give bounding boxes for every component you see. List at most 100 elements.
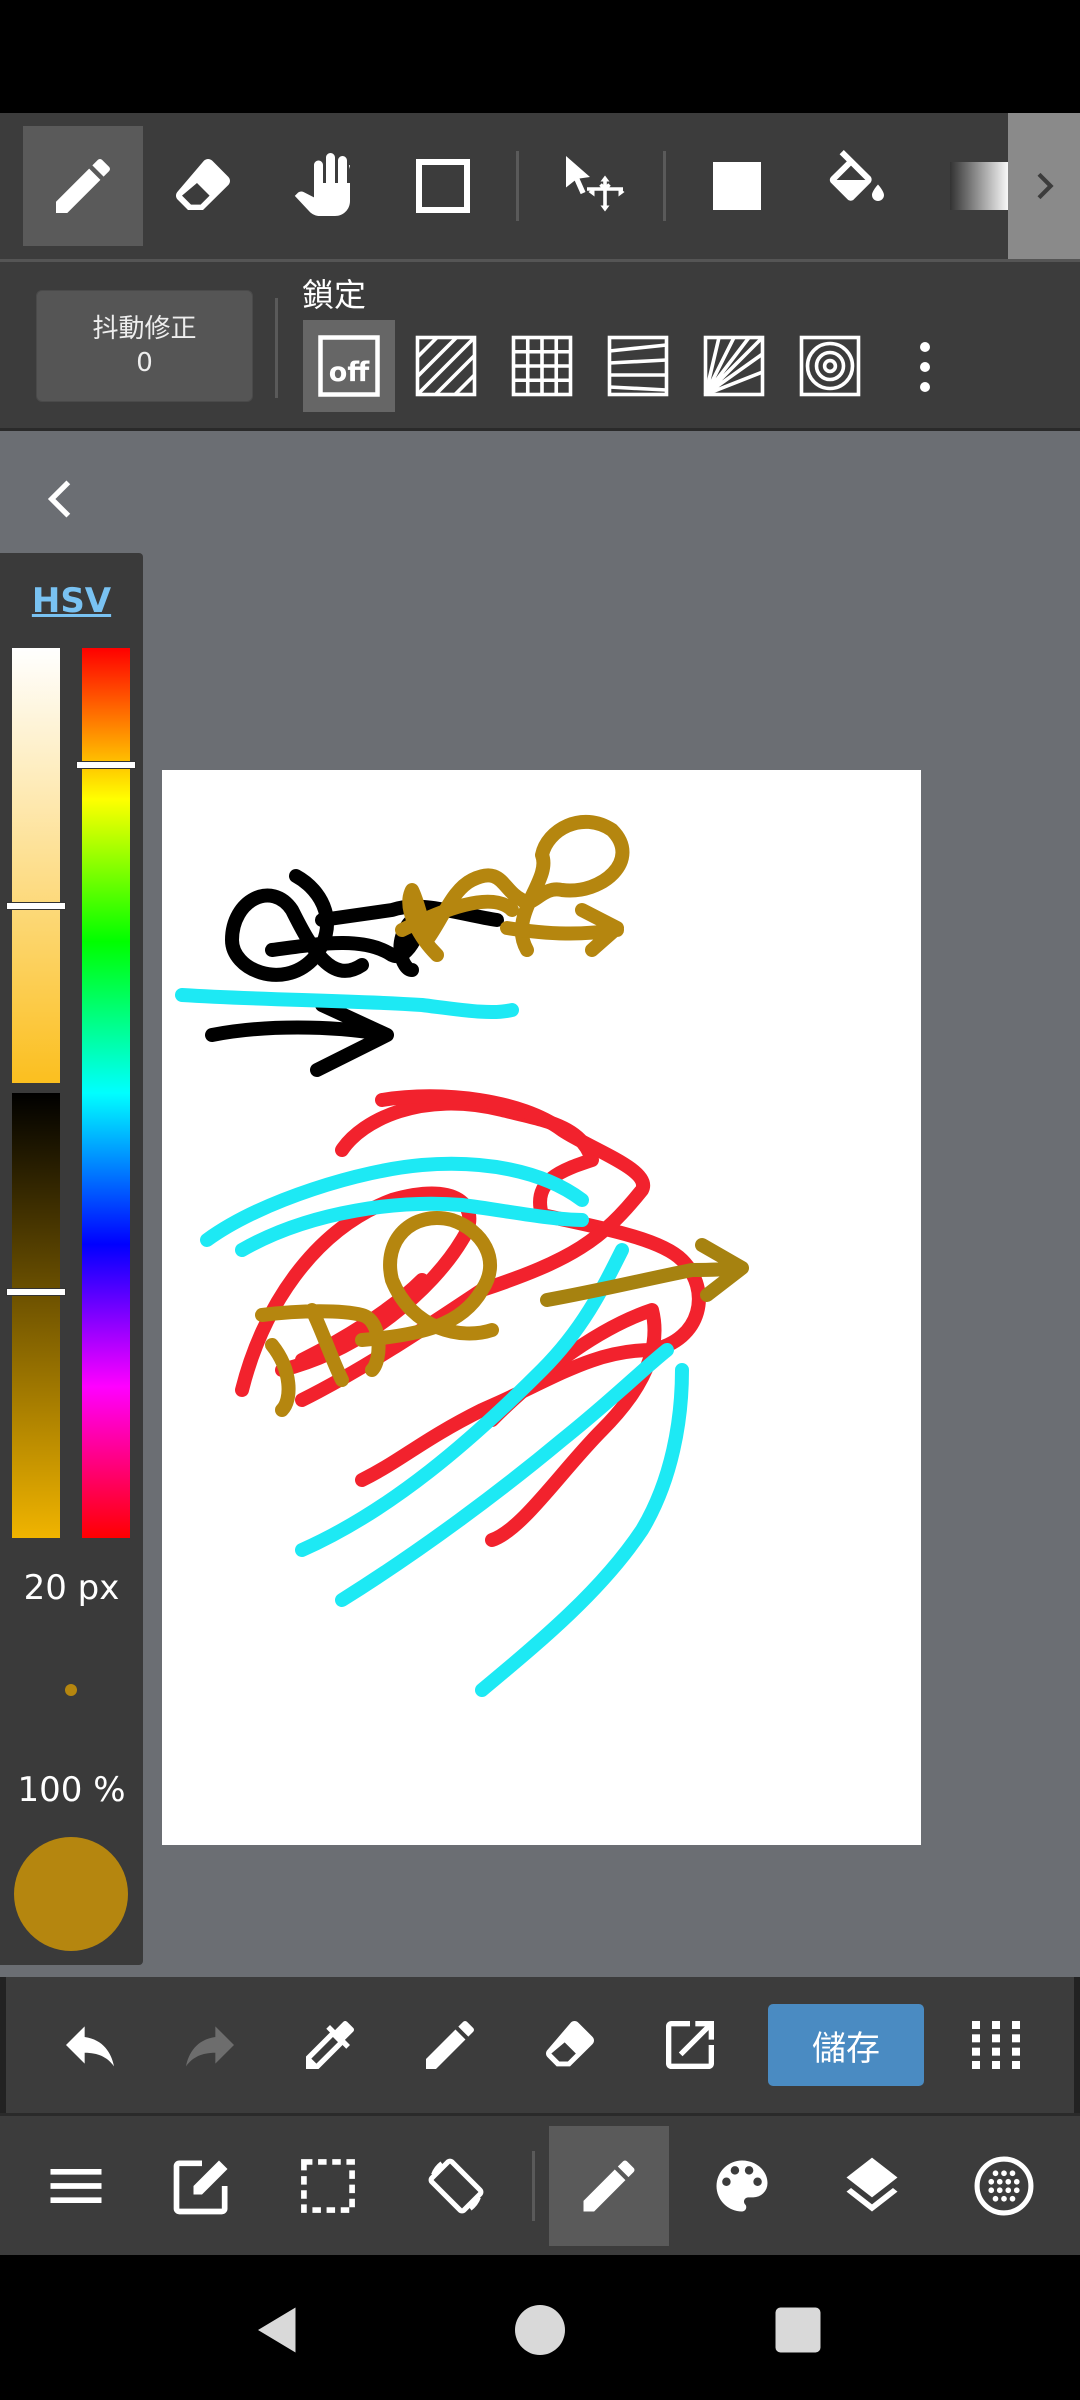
rotate-canvas-button[interactable] bbox=[396, 2126, 516, 2246]
home-circle-icon bbox=[515, 2305, 565, 2355]
grid-snap-button[interactable] bbox=[496, 320, 588, 412]
eraser-icon bbox=[546, 2021, 594, 2067]
layers-icon bbox=[846, 2157, 898, 2212]
current-color-swatch[interactable] bbox=[14, 1837, 128, 1951]
snap-off-text: off bbox=[329, 357, 371, 388]
brush-icon bbox=[583, 2160, 635, 2212]
material-button[interactable] bbox=[944, 2126, 1064, 2246]
bucket-icon bbox=[829, 150, 884, 201]
black-scribble-stroke bbox=[225, 869, 369, 982]
drawing-canvas[interactable] bbox=[162, 770, 921, 1845]
system-nav-bar bbox=[0, 2255, 1080, 2400]
snap-off-button[interactable]: off bbox=[303, 320, 395, 412]
recents-square-icon bbox=[775, 2307, 821, 2353]
share-icon bbox=[666, 2021, 714, 2069]
color-palette-button[interactable] bbox=[682, 2126, 802, 2246]
color-mode-tab[interactable]: HSV bbox=[0, 581, 143, 621]
chevron-right-icon bbox=[1037, 172, 1054, 200]
toolbar-divider bbox=[516, 151, 519, 221]
status-bar bbox=[0, 0, 1080, 113]
move-tool-button[interactable] bbox=[533, 126, 653, 246]
radial-snap-icon bbox=[703, 335, 765, 397]
bucket-tool-button[interactable] bbox=[797, 126, 917, 246]
select-rect-tool-button[interactable] bbox=[383, 126, 503, 246]
gradient-icon bbox=[950, 162, 1010, 210]
perspective-snap-button[interactable] bbox=[592, 320, 684, 412]
action-bar: 儲存 bbox=[0, 1977, 1080, 2113]
saturation-slider[interactable] bbox=[12, 648, 60, 1083]
layers-button[interactable] bbox=[812, 2126, 932, 2246]
color-panel: HSV 20 px 100 % bbox=[0, 553, 143, 1965]
hue-slider-handle[interactable] bbox=[76, 761, 136, 769]
pen-tool-button[interactable] bbox=[23, 126, 143, 246]
eraser-quick-button[interactable] bbox=[522, 1999, 618, 2091]
stabilizer-value: 0 bbox=[136, 348, 153, 378]
circle-snap-icon bbox=[799, 335, 861, 397]
brush-size-text[interactable]: 20 px bbox=[0, 1568, 143, 1608]
eyedropper-icon bbox=[306, 2021, 354, 2069]
options-divider bbox=[275, 298, 278, 398]
toolbar-expand-button[interactable] bbox=[1008, 113, 1080, 259]
nav-recents-button[interactable] bbox=[758, 2290, 838, 2370]
toolbar-divider bbox=[663, 151, 666, 221]
main-menu-button[interactable] bbox=[16, 2126, 136, 2246]
rotate-icon bbox=[428, 2158, 484, 2214]
eraser-tool-button[interactable] bbox=[143, 126, 263, 246]
canvas-edit-button[interactable] bbox=[142, 2126, 262, 2246]
grid-menu-icon bbox=[972, 2021, 1020, 2069]
black-arrow-stroke bbox=[205, 998, 394, 1077]
bottom-menu bbox=[0, 2113, 1080, 2258]
snap-label: 鎖定 bbox=[302, 276, 367, 314]
edit-icon bbox=[173, 2160, 228, 2215]
brush-button[interactable] bbox=[549, 2126, 669, 2246]
tool-toolbar bbox=[0, 113, 1080, 262]
fill-rect-tool-button[interactable] bbox=[677, 126, 797, 246]
grid-snap-icon bbox=[511, 335, 573, 397]
snap-off-icon: off bbox=[318, 335, 380, 397]
pen-quick-button[interactable] bbox=[402, 1999, 498, 2091]
selection-button[interactable] bbox=[268, 2126, 388, 2246]
stabilizer-label: 抖動修正 bbox=[92, 314, 197, 344]
redo-button[interactable] bbox=[162, 1999, 258, 2091]
move-icon bbox=[566, 156, 625, 212]
palette-icon bbox=[716, 2160, 768, 2212]
eyedropper-button[interactable] bbox=[282, 1999, 378, 2091]
more-actions-button[interactable] bbox=[948, 1999, 1044, 2091]
menu-icon bbox=[50, 2169, 102, 2203]
collapse-panel-button[interactable] bbox=[40, 469, 80, 529]
snap-more-button[interactable] bbox=[900, 322, 950, 412]
perspective-snap-icon bbox=[607, 335, 669, 397]
nav-back-button[interactable] bbox=[238, 2290, 318, 2370]
brush-size-preview bbox=[65, 1684, 77, 1696]
parallel-snap-button[interactable] bbox=[400, 320, 492, 412]
undo-icon bbox=[66, 2026, 114, 2067]
opacity-text[interactable]: 100 % bbox=[0, 1770, 143, 1810]
redo-icon bbox=[186, 2026, 234, 2067]
stabilizer-button[interactable]: 抖動修正 0 bbox=[36, 290, 253, 402]
canvas-area[interactable]: HSV 20 px 100 % bbox=[0, 431, 1080, 1977]
hand-tool-button[interactable] bbox=[263, 126, 383, 246]
fill-rect-icon bbox=[713, 162, 761, 210]
rectangle-select-icon bbox=[416, 159, 470, 213]
bottom-menu-divider bbox=[532, 2151, 535, 2221]
nav-home-button[interactable] bbox=[500, 2290, 580, 2370]
more-vertical-icon bbox=[920, 342, 930, 392]
hand-icon bbox=[294, 153, 350, 216]
material-icon bbox=[974, 2156, 1034, 2216]
brush-options-bar: 抖動修正 0 鎖定 off bbox=[0, 262, 1080, 431]
pen-icon bbox=[56, 159, 110, 213]
share-button[interactable] bbox=[642, 1999, 738, 2091]
pen-icon bbox=[426, 2021, 474, 2069]
parallel-snap-icon bbox=[415, 335, 477, 397]
value-slider[interactable] bbox=[12, 1093, 60, 1538]
save-button[interactable]: 儲存 bbox=[768, 2004, 924, 2086]
hue-slider[interactable] bbox=[82, 648, 130, 1538]
chevron-left-icon bbox=[47, 480, 71, 518]
value-slider-handle[interactable] bbox=[6, 1288, 66, 1296]
saturation-slider-handle[interactable] bbox=[6, 902, 66, 910]
selection-icon bbox=[301, 2159, 355, 2213]
back-triangle-icon bbox=[258, 2307, 296, 2353]
circle-snap-button[interactable] bbox=[784, 320, 876, 412]
undo-button[interactable] bbox=[42, 1999, 138, 2091]
radial-snap-button[interactable] bbox=[688, 320, 780, 412]
